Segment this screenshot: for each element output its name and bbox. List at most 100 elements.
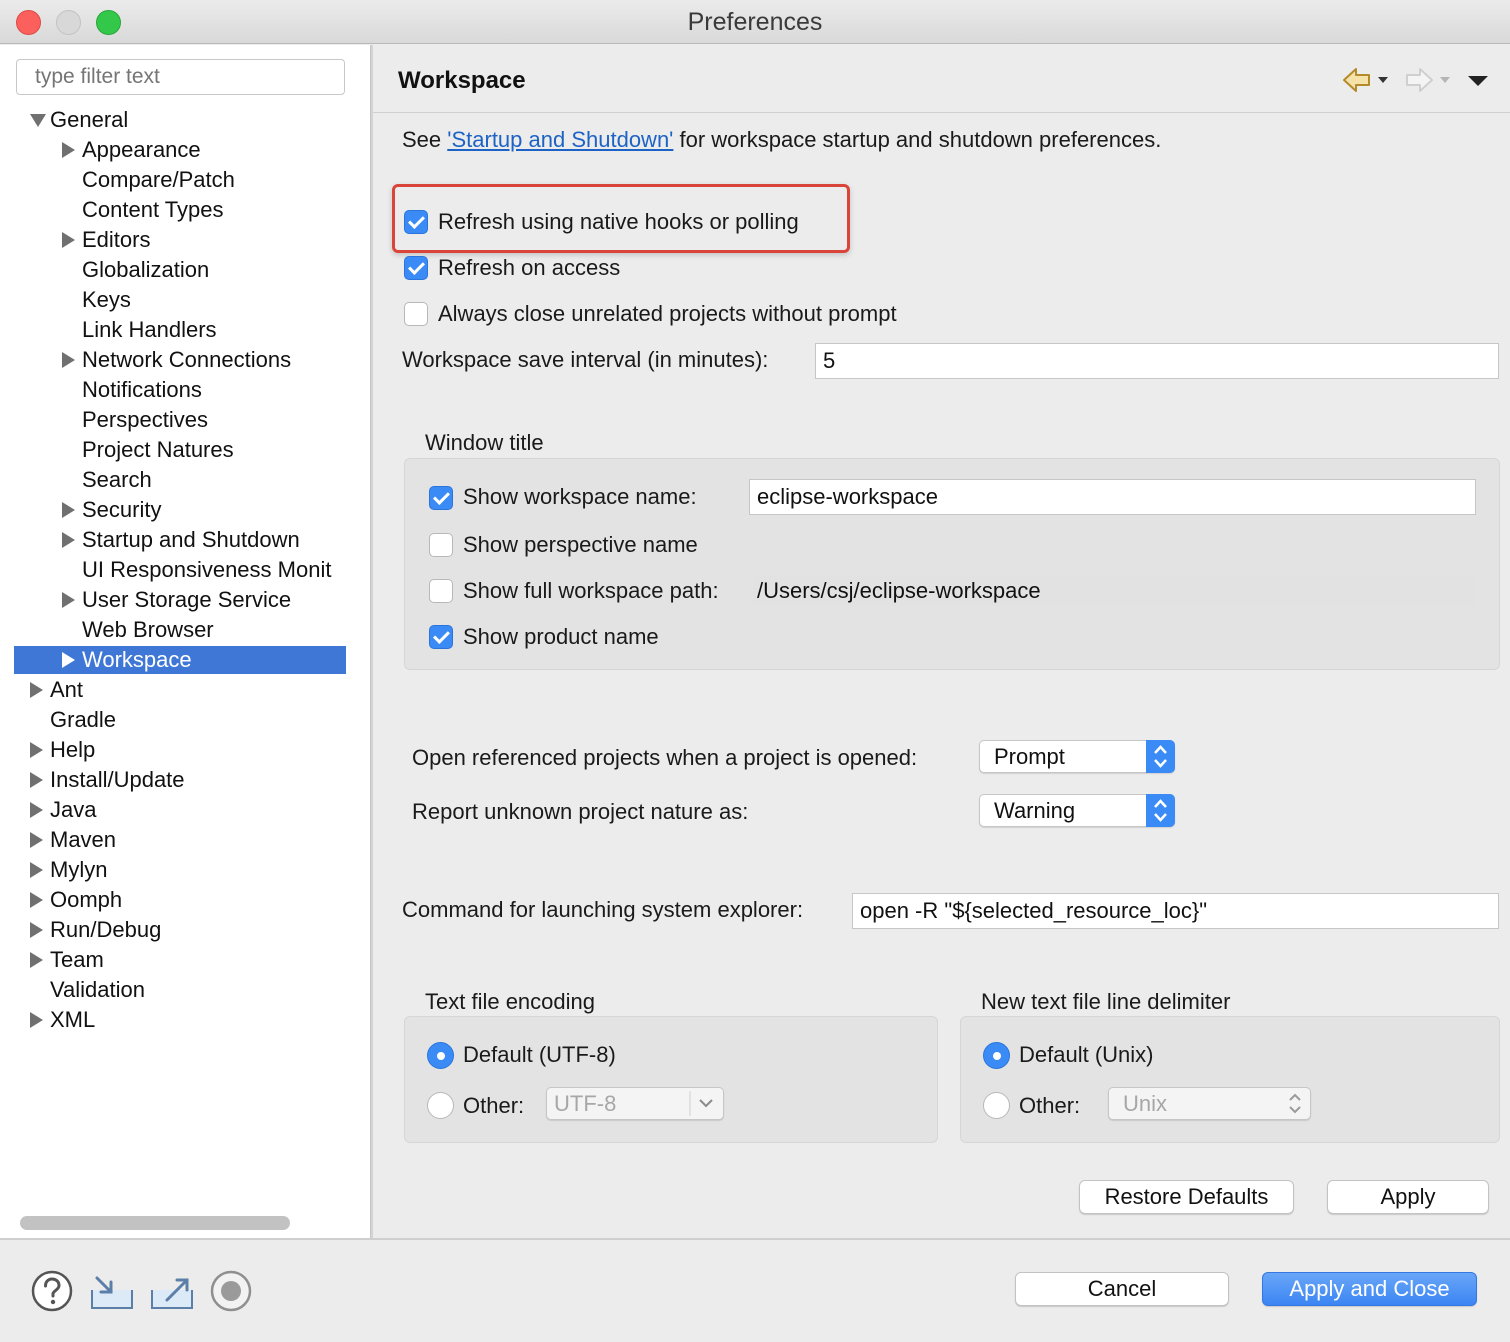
collapsed-triangle-icon[interactable] [30, 736, 48, 764]
tree-item-notifications[interactable]: Notifications [14, 376, 346, 404]
tree-item-appearance[interactable]: Appearance [14, 136, 346, 164]
tree-item-globalization[interactable]: Globalization [14, 256, 346, 284]
collapsed-triangle-icon[interactable] [30, 766, 48, 794]
tree-item-label: Content Types [82, 197, 224, 222]
save-interval-field[interactable]: 5 [815, 343, 1499, 379]
tree-item-compare-patch[interactable]: Compare/Patch [14, 166, 346, 194]
collapsed-triangle-icon[interactable] [30, 886, 48, 914]
refresh-native-checkbox[interactable] [404, 210, 428, 234]
intro-text: See 'Startup and Shutdown' for workspace… [402, 127, 1162, 152]
tree-item-label: UI Responsiveness Monit [82, 557, 332, 582]
tree-item-validation[interactable]: Validation [14, 976, 346, 1004]
tree-item-perspectives[interactable]: Perspectives [14, 406, 346, 434]
filter-input[interactable] [16, 59, 345, 95]
tree-item-team[interactable]: Team [14, 946, 346, 974]
tree-item-network-connections[interactable]: Network Connections [14, 346, 346, 374]
show-full-path-checkbox[interactable] [429, 579, 453, 603]
tree-item-link-handlers[interactable]: Link Handlers [14, 316, 346, 344]
export-icon[interactable] [149, 1270, 195, 1312]
tree-item-install-update[interactable]: Install/Update [14, 766, 346, 794]
collapsed-triangle-icon[interactable] [30, 856, 48, 884]
collapsed-triangle-icon[interactable] [62, 526, 80, 554]
tree-item-mylyn[interactable]: Mylyn [14, 856, 346, 884]
stop-icon[interactable] [210, 1270, 252, 1312]
collapsed-triangle-icon[interactable] [30, 946, 48, 974]
collapsed-triangle-icon[interactable] [30, 1006, 48, 1034]
restore-defaults-button[interactable]: Restore Defaults [1079, 1180, 1294, 1214]
collapsed-triangle-icon[interactable] [30, 676, 48, 704]
tree-item-security[interactable]: Security [14, 496, 346, 524]
tree-item-workspace[interactable]: Workspace [14, 646, 346, 674]
view-menu-icon[interactable] [1465, 65, 1491, 95]
collapsed-triangle-icon[interactable] [30, 826, 48, 854]
show-product-name-label: Show product name [463, 624, 659, 649]
collapsed-triangle-icon[interactable] [62, 346, 80, 374]
horizontal-scrollbar[interactable] [20, 1216, 290, 1230]
tree-item-label: Globalization [82, 257, 210, 282]
always-close-checkbox[interactable] [404, 302, 428, 326]
show-perspective-name-label: Show perspective name [463, 532, 698, 557]
report-unknown-select[interactable]: Warning [979, 794, 1175, 827]
collapsed-triangle-icon[interactable] [30, 916, 48, 944]
forward-arrow-icon[interactable] [1403, 65, 1453, 95]
tree-item-ui-responsiveness-monit[interactable]: UI Responsiveness Monit [14, 556, 346, 584]
apply-button[interactable]: Apply [1327, 1180, 1489, 1214]
apply-and-close-button[interactable]: Apply and Close [1262, 1272, 1477, 1306]
tree-item-maven[interactable]: Maven [14, 826, 346, 854]
full-workspace-path-value: /Users/csj/eclipse-workspace [753, 576, 1476, 606]
chevron-down-icon [689, 1091, 713, 1116]
startup-shutdown-link[interactable]: 'Startup and Shutdown' [447, 127, 673, 152]
tree-item-ant[interactable]: Ant [14, 676, 346, 704]
open-referenced-select[interactable]: Prompt [979, 740, 1175, 773]
delimiter-other-select[interactable]: Unix [1108, 1087, 1311, 1120]
tree-item-keys[interactable]: Keys [14, 286, 346, 314]
expanded-triangle-icon[interactable] [30, 106, 48, 134]
updown-chevron-icon [1289, 1093, 1301, 1114]
updown-stepper-icon [1146, 794, 1175, 827]
delimiter-other-radio[interactable] [983, 1092, 1010, 1119]
tree-item-label: Gradle [50, 707, 117, 732]
tree-item-startup-and-shutdown[interactable]: Startup and Shutdown [14, 526, 346, 554]
encoding-default-radio[interactable] [427, 1042, 454, 1069]
collapsed-triangle-icon[interactable] [62, 586, 80, 614]
refresh-on-access-checkbox[interactable] [404, 256, 428, 280]
cancel-button[interactable]: Cancel [1015, 1272, 1229, 1306]
tree-item-content-types[interactable]: Content Types [14, 196, 346, 224]
tree-item-editors[interactable]: Editors [14, 226, 346, 254]
collapsed-triangle-icon[interactable] [30, 796, 48, 824]
collapsed-triangle-icon[interactable] [62, 226, 80, 254]
text-encoding-group: Default (UTF-8) Other: UTF-8 [404, 1016, 938, 1143]
tree-item-oomph[interactable]: Oomph [14, 886, 346, 914]
tree-item-xml[interactable]: XML [14, 1006, 346, 1034]
system-explorer-field[interactable]: open -R "${selected_resource_loc}" [852, 893, 1499, 929]
tree-item-project-natures[interactable]: Project Natures [14, 436, 346, 464]
encoding-other-value: UTF-8 [554, 1091, 617, 1116]
open-referenced-value: Prompt [994, 744, 1065, 769]
collapsed-triangle-icon[interactable] [62, 496, 80, 524]
delimiter-default-label: Default (Unix) [1019, 1042, 1154, 1067]
help-icon[interactable] [31, 1270, 73, 1312]
delimiter-default-radio[interactable] [983, 1042, 1010, 1069]
show-product-name-checkbox[interactable] [429, 625, 453, 649]
tree-item-label: Notifications [82, 377, 202, 402]
show-perspective-name-checkbox[interactable] [429, 533, 453, 557]
workspace-name-field[interactable]: eclipse-workspace [749, 479, 1476, 515]
encoding-other-radio[interactable] [427, 1092, 454, 1119]
show-workspace-name-checkbox[interactable] [429, 486, 453, 510]
refresh-on-access-label: Refresh on access [438, 255, 621, 280]
tree-item-general[interactable]: General [14, 106, 346, 134]
tree-item-web-browser[interactable]: Web Browser [14, 616, 346, 644]
tree-item-search[interactable]: Search [14, 466, 346, 494]
encoding-other-combo[interactable]: UTF-8 [546, 1087, 724, 1120]
line-delimiter-group-label: New text file line delimiter [981, 989, 1231, 1014]
import-icon[interactable] [89, 1270, 135, 1312]
page-header: Workspace [373, 45, 1510, 113]
collapsed-triangle-icon[interactable] [62, 136, 80, 164]
collapsed-triangle-icon[interactable] [62, 646, 80, 674]
tree-item-help[interactable]: Help [14, 736, 346, 764]
tree-item-run-debug[interactable]: Run/Debug [14, 916, 346, 944]
tree-item-user-storage-service[interactable]: User Storage Service [14, 586, 346, 614]
tree-item-gradle[interactable]: Gradle [14, 706, 346, 734]
back-arrow-icon[interactable] [1341, 65, 1391, 95]
tree-item-java[interactable]: Java [14, 796, 346, 824]
